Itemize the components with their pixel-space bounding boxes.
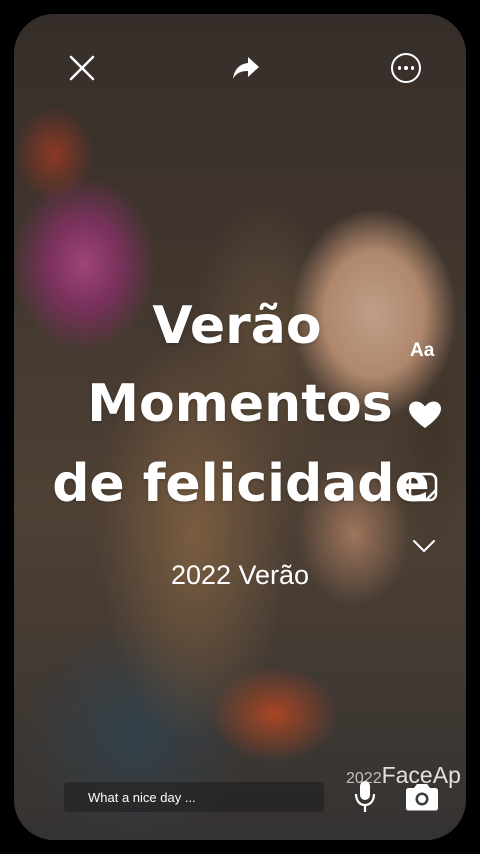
heart-icon[interactable] <box>408 400 442 430</box>
subtitle-text[interactable]: 2022 Verão <box>14 560 466 591</box>
camera-icon[interactable] <box>404 782 440 812</box>
more-options-button[interactable] <box>388 50 424 86</box>
comment-placeholder: What a nice day ... <box>88 789 196 805</box>
headline-line-3[interactable]: de felicidade <box>16 454 466 514</box>
close-icon <box>69 55 95 81</box>
headline-line-2[interactable]: Momentos <box>14 374 466 434</box>
comment-input[interactable]: What a nice day ... <box>64 782 324 812</box>
more-icon <box>391 53 421 83</box>
share-icon <box>233 57 259 79</box>
share-button[interactable] <box>228 50 264 86</box>
microphone-icon[interactable] <box>354 780 376 814</box>
story-frame: Verão Momentos de felicidade 2022 Verão … <box>14 14 466 840</box>
close-button[interactable] <box>64 50 100 86</box>
chevron-down-icon[interactable] <box>412 538 436 554</box>
text-style-button[interactable]: Aa <box>410 340 434 362</box>
headline-line-1[interactable]: Verão <box>14 296 466 356</box>
sticker-icon[interactable] <box>408 472 438 502</box>
